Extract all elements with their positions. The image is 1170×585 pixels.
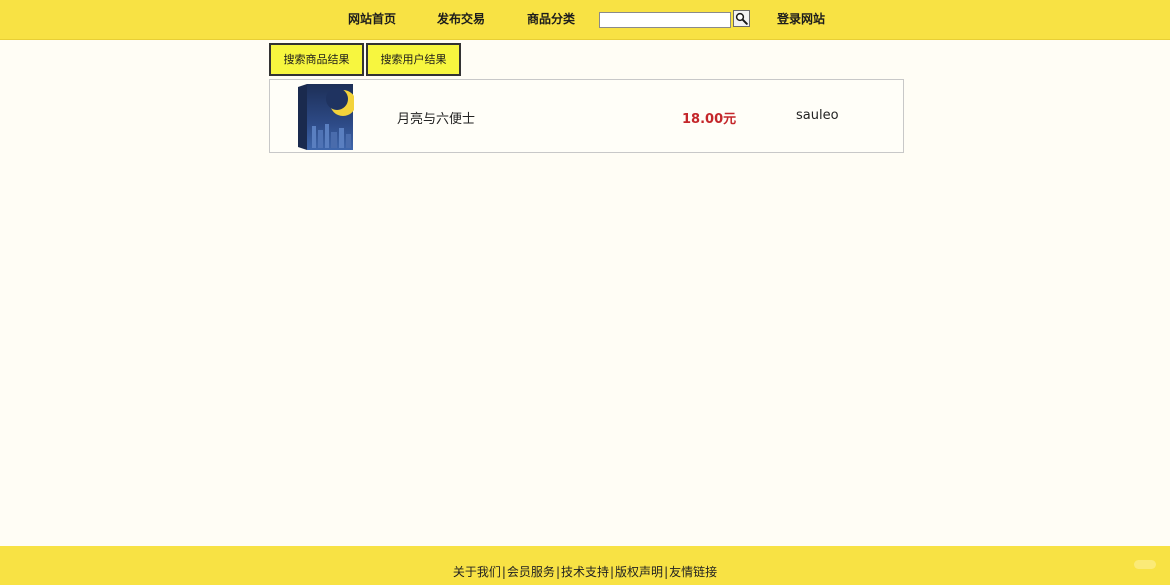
search-button[interactable] [733, 10, 750, 27]
product-thumbnail[interactable] [298, 82, 354, 150]
item-price: 18.00元 [682, 112, 737, 127]
footer-bar: 关于我们|会员服务|技术支持|版权声明|友情链接 [0, 546, 1170, 585]
nav-home-link[interactable]: 网站首页 [348, 11, 396, 27]
corner-badge [1134, 560, 1156, 569]
result-row[interactable]: 月亮与六便士 18.00元 sauleo [269, 79, 904, 153]
footer-separator: | [610, 565, 615, 579]
footer-link-tech-support[interactable]: 技术支持 [561, 565, 609, 579]
footer-link-member-services[interactable]: 会员服务 [507, 565, 555, 579]
footer-link-about[interactable]: 关于我们 [453, 565, 501, 579]
tab-goods-results[interactable]: 搜索商品结果 [269, 43, 364, 76]
search-input[interactable] [599, 12, 731, 28]
magnifier-icon [735, 12, 748, 25]
footer-links: 关于我们|会员服务|技术支持|版权声明|友情链接 [0, 563, 1170, 580]
header-bar: 网站首页 发布交易 商品分类 登录网站 [0, 0, 1170, 40]
item-title[interactable]: 月亮与六便士 [397, 108, 475, 127]
footer-link-friend-links[interactable]: 友情链接 [669, 565, 717, 579]
nav-publish-link[interactable]: 发布交易 [437, 11, 485, 27]
tab-user-results[interactable]: 搜索用户结果 [366, 43, 461, 76]
footer-separator: | [555, 565, 560, 579]
footer-link-copyright[interactable]: 版权声明 [615, 565, 663, 579]
item-seller[interactable]: sauleo [796, 108, 839, 123]
nav-categories-link[interactable]: 商品分类 [527, 11, 575, 27]
nav-login-link[interactable]: 登录网站 [777, 11, 825, 27]
footer-separator: | [664, 565, 669, 579]
footer-separator: | [501, 565, 506, 579]
